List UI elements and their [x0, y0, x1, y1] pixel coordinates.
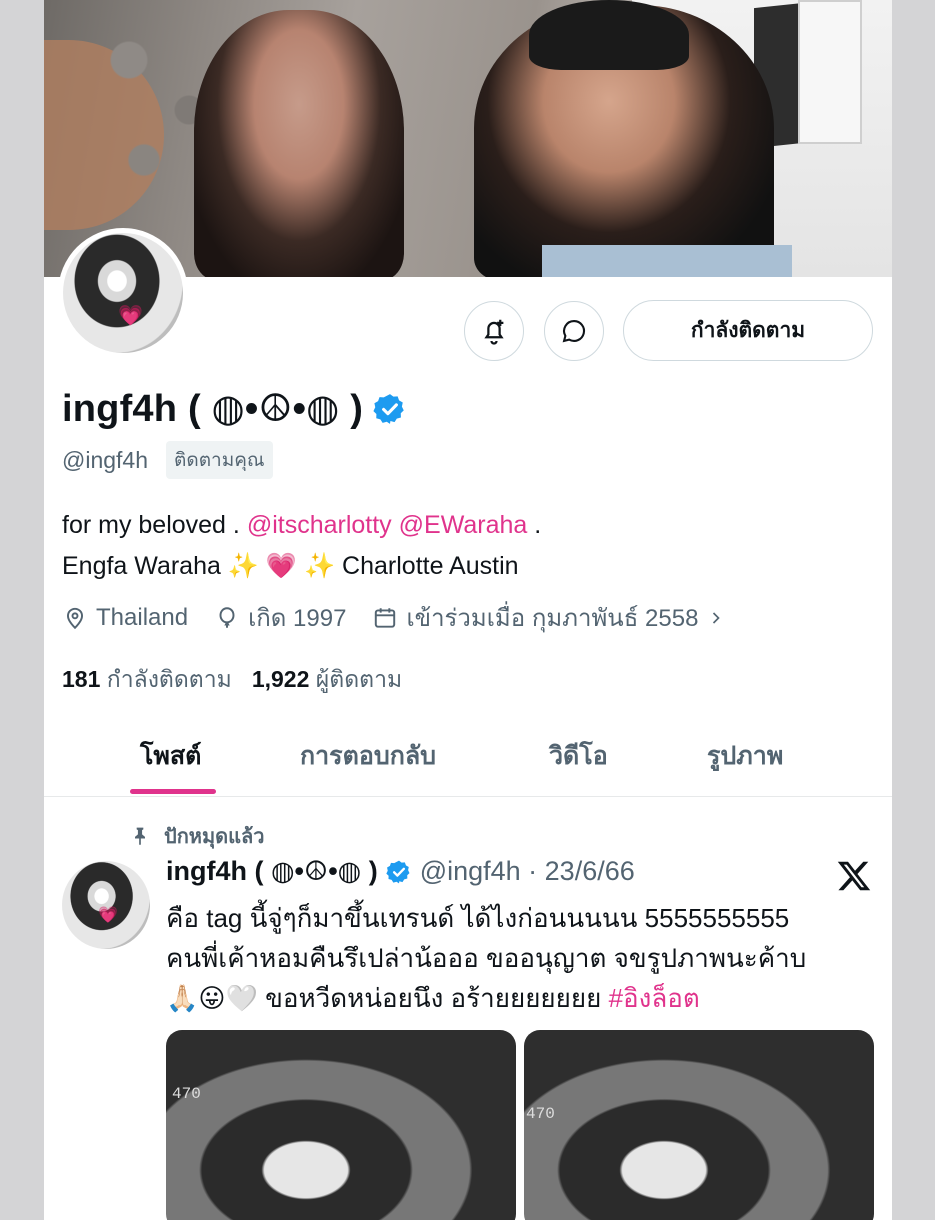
followers-count: 1,922: [251, 666, 310, 692]
tab-replies[interactable]: การตอบกลับ: [300, 736, 436, 776]
tab-photos[interactable]: รูปภาพ: [707, 736, 783, 776]
mention-link[interactable]: @itscharlotty: [247, 511, 392, 539]
bio-text: .: [527, 511, 542, 539]
tab-posts[interactable]: โพสต์: [140, 736, 201, 776]
message-icon: [562, 320, 586, 343]
profile-handle: @ingf4h: [62, 446, 149, 473]
mention-link[interactable]: @EWaraha: [399, 511, 528, 539]
follow-stats: 181 กำลังติดตาม 1,922 ผู้ติดตาม: [62, 662, 402, 698]
pin-icon: [135, 827, 145, 846]
media-overlay-text: 470: [526, 1105, 555, 1123]
chevron-right-icon: [713, 611, 721, 624]
birth-text: เกิด 1997: [248, 605, 347, 632]
followers-stat[interactable]: 1,922 ผู้ติดตาม: [252, 662, 402, 698]
hashtag-link[interactable]: #อิงล็อต: [609, 983, 700, 1013]
following-count: 181: [62, 666, 101, 692]
x-logo-icon: [837, 861, 871, 891]
birthday-icon: [219, 606, 235, 628]
pinned-label: ปักหมุดแล้ว: [164, 826, 265, 848]
profile-name: ingf4h ( ◍•☮•◍ ): [62, 388, 364, 430]
joined-text: เข้าร่วมเมื่อ กุมภาพันธ์ 2558: [406, 605, 699, 632]
post-line: คนพี่เค้าหอมคืนรึเปล่าน้อออ ขออนุญาต จขร…: [166, 943, 807, 973]
verified-icon: [386, 860, 410, 883]
notify-button[interactable]: [464, 301, 524, 361]
profile-avatar[interactable]: 💗: [58, 228, 188, 358]
message-button[interactable]: [544, 301, 604, 361]
calendar-icon: [375, 607, 396, 628]
profile-card: 💗 กำลังติดตาม ingf4h ( ◍•☮•◍ ) @ingf4h ต…: [44, 0, 892, 1220]
profile-banner[interactable]: [44, 0, 892, 277]
post-line: 🙏🏻😛🤍 ขอหวีดหน่อยนึง อร้ายยยยยยย: [166, 983, 609, 1013]
profile-bio: for my beloved . @itscharlotty @EWaraha …: [62, 505, 541, 587]
pinned-indicator: ปักหมุดแล้ว: [130, 820, 265, 852]
post-handle-date[interactable]: @ingf4h · 23/6/66: [420, 856, 635, 887]
post-media-1[interactable]: 470: [166, 1030, 516, 1220]
post-media-2[interactable]: 470: [524, 1030, 874, 1220]
followers-label: ผู้ติดตาม: [315, 666, 403, 692]
bio-text: for my beloved .: [62, 511, 247, 539]
active-tab-indicator: [130, 789, 216, 794]
verified-icon: [373, 393, 404, 424]
tab-videos[interactable]: วิดีโอ: [549, 736, 608, 776]
post-header: ingf4h ( ◍•☮•◍ ) @ingf4h · 23/6/66: [166, 856, 635, 887]
following-button[interactable]: กำลังติดตาม: [623, 300, 873, 361]
follows-you-badge: ติดตามคุณ: [166, 441, 273, 479]
media-overlay-text: 470: [172, 1085, 201, 1103]
post-text: คือ tag นี้จู่ๆก็มาขึ้นเทรนด์ ได้ไงก่อนน…: [166, 898, 866, 1018]
profile-meta: Thailand เกิด 1997 เข้าร่วมเมื่อ กุมภาพั…: [62, 598, 752, 637]
bell-plus-icon: [484, 319, 504, 345]
following-stat[interactable]: 181 กำลังติดตาม: [62, 662, 232, 698]
joined-link[interactable]: เข้าร่วมเมื่อ กุมภาพันธ์ 2558: [372, 598, 726, 637]
profile-tabs: โพสต์ การตอบกลับ วิดีโอ รูปภาพ: [44, 722, 892, 797]
post-author-name[interactable]: ingf4h ( ◍•☮•◍ ): [166, 856, 378, 887]
post-line: คือ tag นี้จู่ๆก็มาขึ้นเทรนด์ ได้ไงก่อนน…: [166, 903, 790, 933]
handle-row: @ingf4h ติดตามคุณ: [62, 441, 273, 479]
following-label: กำลังติดตาม: [106, 666, 232, 692]
location-icon: [66, 607, 84, 629]
post-avatar[interactable]: 💗: [62, 861, 150, 949]
profile-name-row: ingf4h ( ◍•☮•◍ ): [62, 386, 407, 431]
bio-line-2: Engfa Waraha ✨ 💗 ✨ Charlotte Austin: [62, 552, 519, 580]
location-text: Thailand: [96, 603, 189, 631]
